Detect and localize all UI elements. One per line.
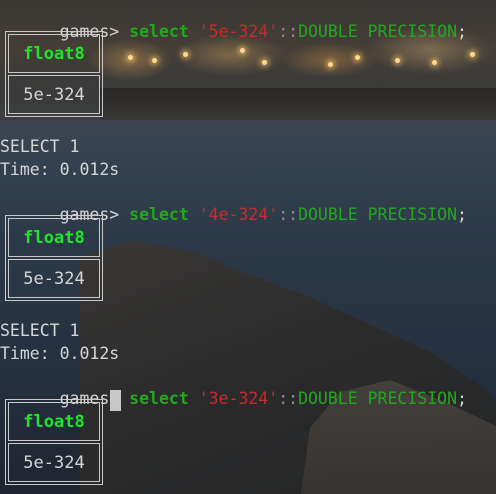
column-header: float8: [8, 402, 100, 441]
result-table: float8 5e-324: [5, 399, 103, 485]
statement-terminator: ;: [457, 389, 467, 408]
type-name: DOUBLE PRECISION: [298, 205, 458, 224]
string-literal: '3e-324': [198, 389, 279, 408]
timing-line: Time: 0.012s: [0, 160, 120, 179]
result-table: float8 5e-324: [5, 215, 103, 301]
status-line: SELECT 1: [0, 137, 80, 156]
table-cell: 5e-324: [8, 75, 100, 114]
cast-operator: ::: [278, 389, 299, 408]
result-table: float8 5e-324: [5, 31, 103, 117]
type-name: DOUBLE PRECISION: [298, 22, 458, 41]
string-literal: '4e-324': [198, 205, 279, 224]
cast-operator: ::: [278, 205, 299, 224]
sql-keyword: select: [129, 389, 189, 408]
status-line: SELECT 1: [0, 321, 80, 340]
terminal-output: games> select '5e-324'::DOUBLE PRECISION…: [0, 0, 496, 494]
string-literal: '5e-324': [198, 22, 279, 41]
terminal-window[interactable]: games> select '5e-324'::DOUBLE PRECISION…: [0, 0, 496, 494]
command-line: games> select '5e-324'::DOUBLE PRECISION…: [0, 0, 467, 41]
command-line: games> select '4e-324'::DOUBLE PRECISION…: [0, 182, 467, 224]
command-line: games> select '3e-324'::DOUBLE PRECISION…: [0, 366, 467, 408]
table-cell: 5e-324: [8, 443, 100, 482]
sql-keyword: select: [129, 205, 189, 224]
column-header: float8: [8, 218, 100, 257]
text-cursor[interactable]: [110, 390, 121, 411]
table-cell: 5e-324: [8, 259, 100, 298]
cast-operator: ::: [278, 22, 299, 41]
type-name: DOUBLE PRECISION: [298, 389, 458, 408]
statement-terminator: ;: [457, 205, 467, 224]
timing-line: Time: 0.012s: [0, 344, 120, 363]
column-header: float8: [8, 34, 100, 73]
sql-keyword: select: [129, 22, 189, 41]
statement-terminator: ;: [457, 22, 467, 41]
